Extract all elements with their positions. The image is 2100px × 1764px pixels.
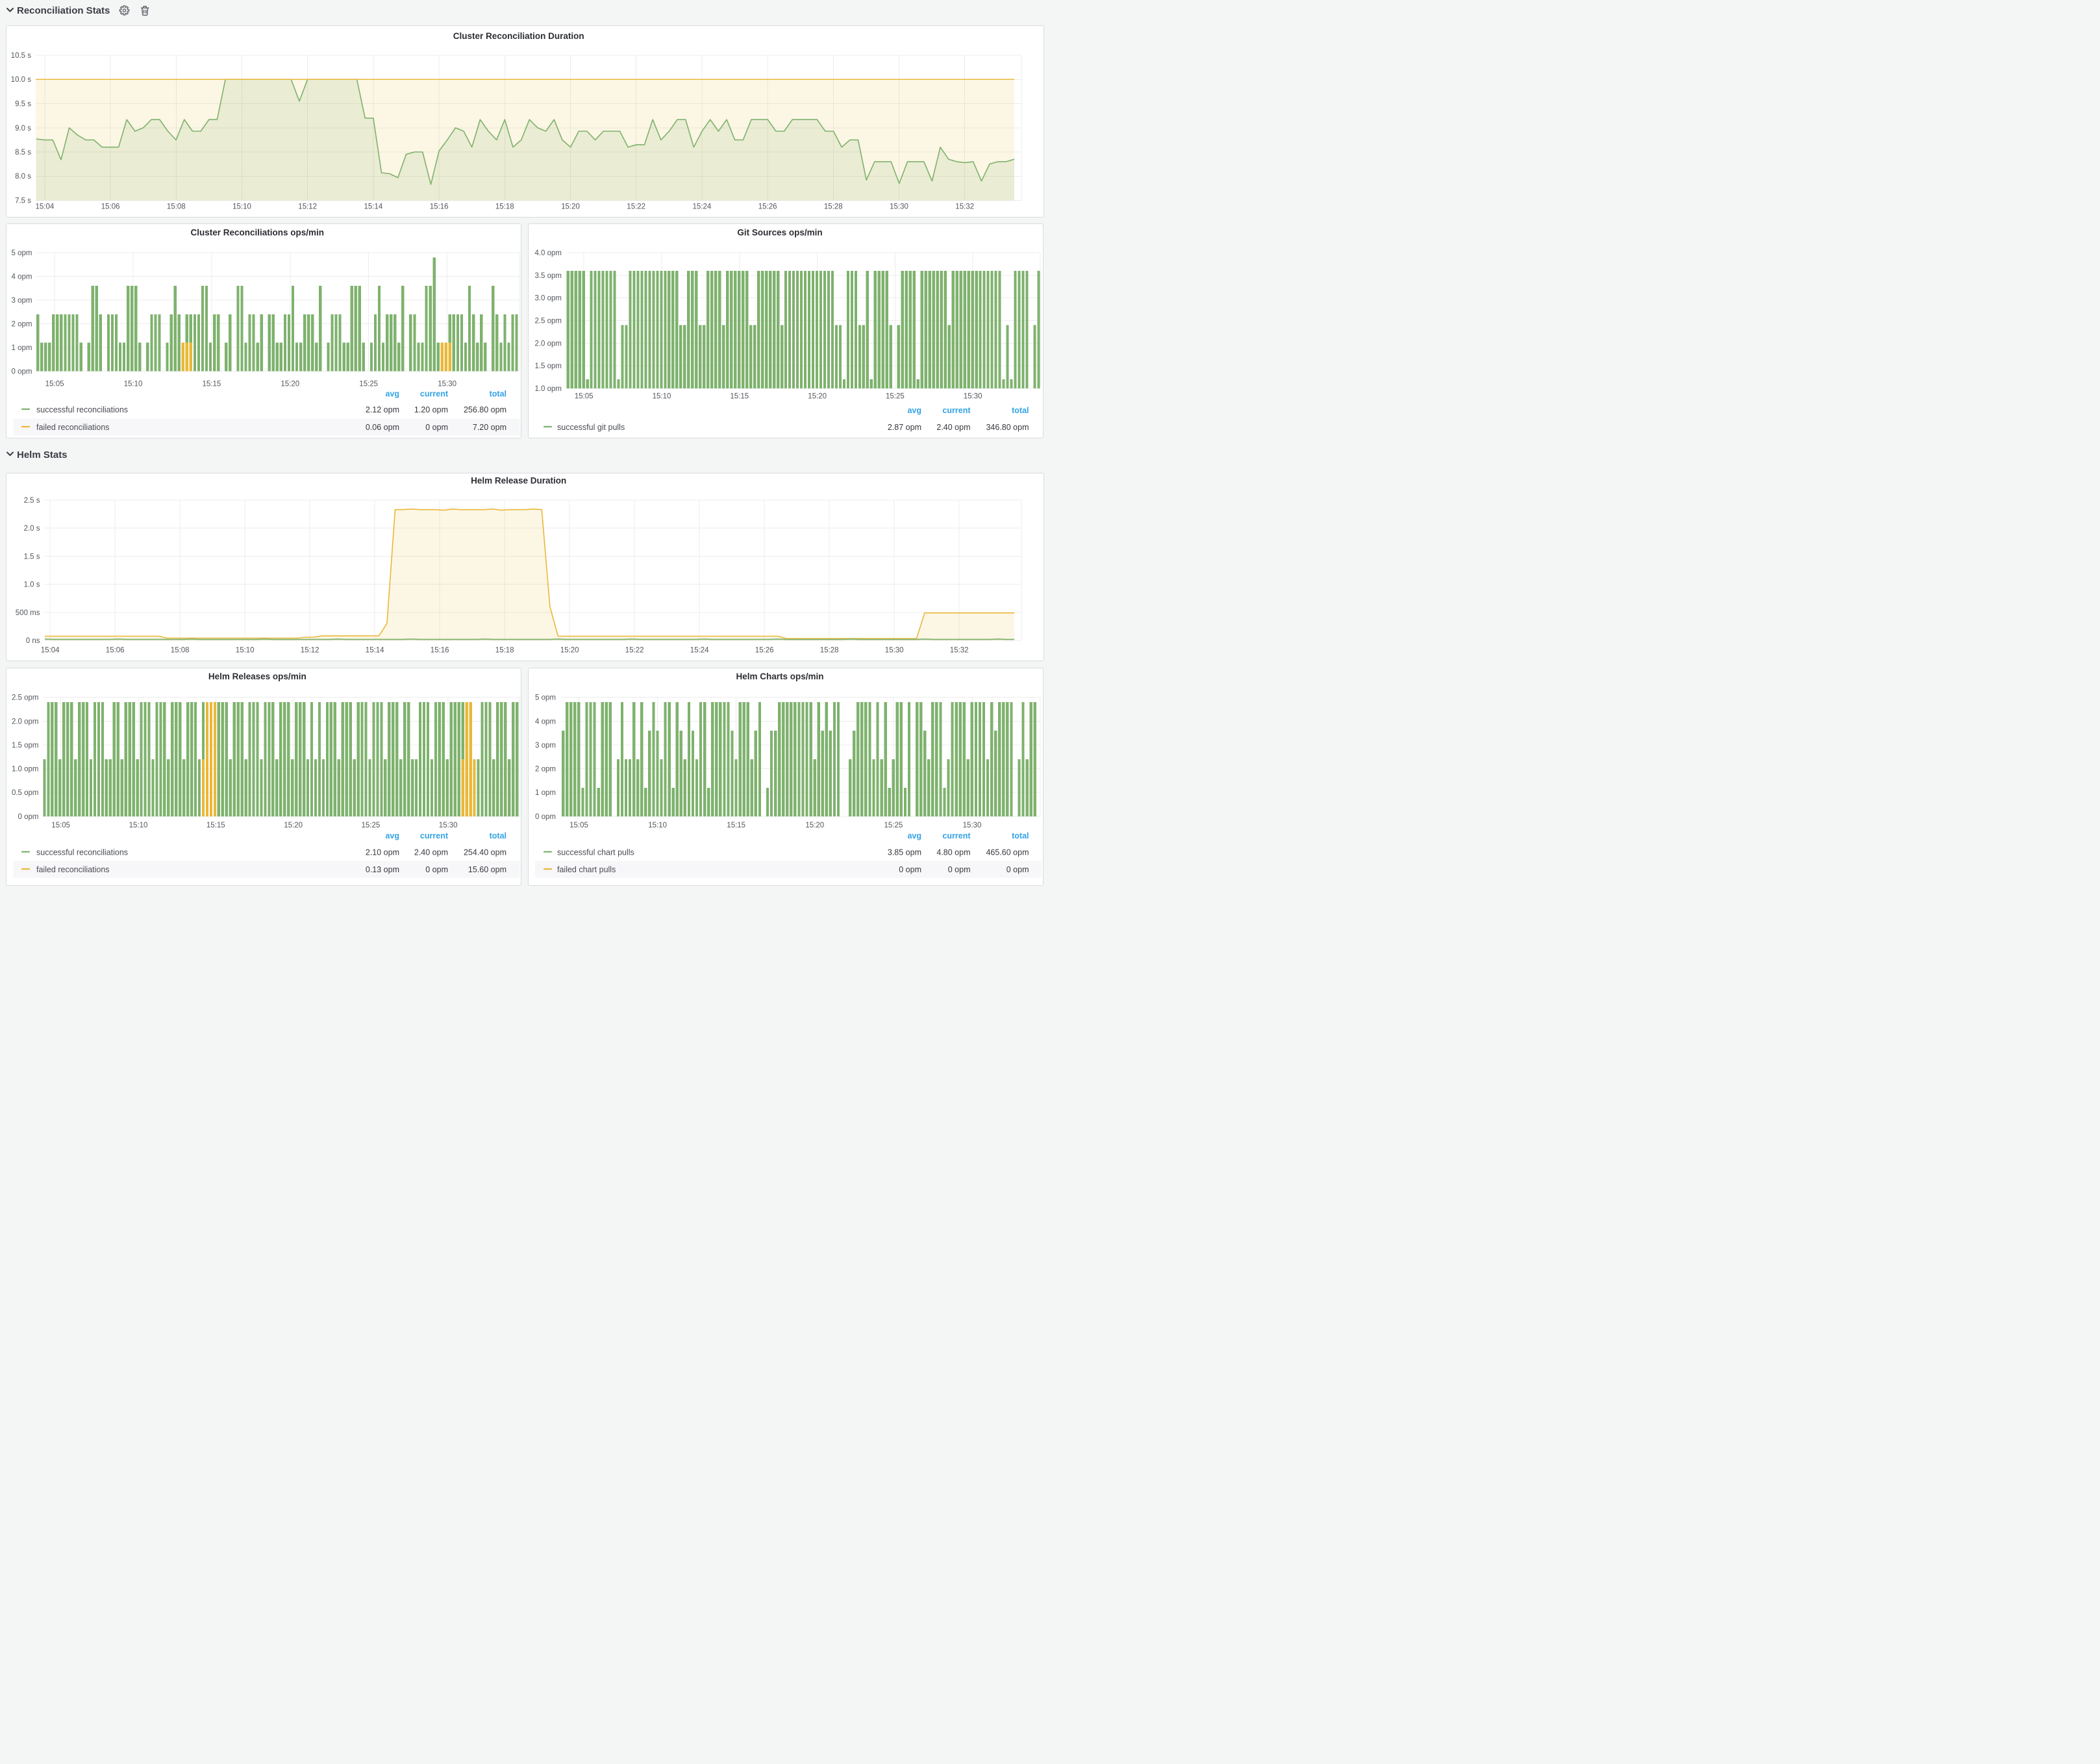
svg-text:0 opm: 0 opm bbox=[535, 813, 556, 821]
svg-text:15:25: 15:25 bbox=[884, 822, 903, 829]
svg-text:avg: avg bbox=[907, 831, 921, 840]
svg-text:successful chart pulls: successful chart pulls bbox=[557, 848, 634, 857]
svg-text:total: total bbox=[1012, 831, 1029, 840]
svg-text:3.85 opm: 3.85 opm bbox=[888, 848, 921, 857]
svg-text:Helm Charts ops/min: Helm Charts ops/min bbox=[736, 672, 823, 681]
svg-text:2 opm: 2 opm bbox=[535, 766, 556, 774]
svg-text:15:05: 15:05 bbox=[569, 822, 588, 829]
svg-text:15:30: 15:30 bbox=[963, 822, 982, 829]
svg-text:5 opm: 5 opm bbox=[535, 694, 556, 702]
svg-text:4 opm: 4 opm bbox=[535, 718, 556, 725]
svg-text:15:15: 15:15 bbox=[727, 822, 745, 829]
svg-text:4.80 opm: 4.80 opm bbox=[936, 848, 970, 857]
svg-text:failed chart pulls: failed chart pulls bbox=[557, 865, 616, 874]
svg-text:15:20: 15:20 bbox=[805, 822, 824, 829]
svg-text:0 opm: 0 opm bbox=[1006, 865, 1029, 874]
svg-text:current: current bbox=[942, 831, 971, 840]
svg-text:0 opm: 0 opm bbox=[948, 865, 971, 874]
svg-text:465.60 opm: 465.60 opm bbox=[986, 848, 1029, 857]
svg-text:15:10: 15:10 bbox=[648, 822, 667, 829]
svg-text:0 opm: 0 opm bbox=[899, 865, 921, 874]
svg-text:1 opm: 1 opm bbox=[535, 789, 556, 797]
svg-text:3 opm: 3 opm bbox=[535, 742, 556, 750]
